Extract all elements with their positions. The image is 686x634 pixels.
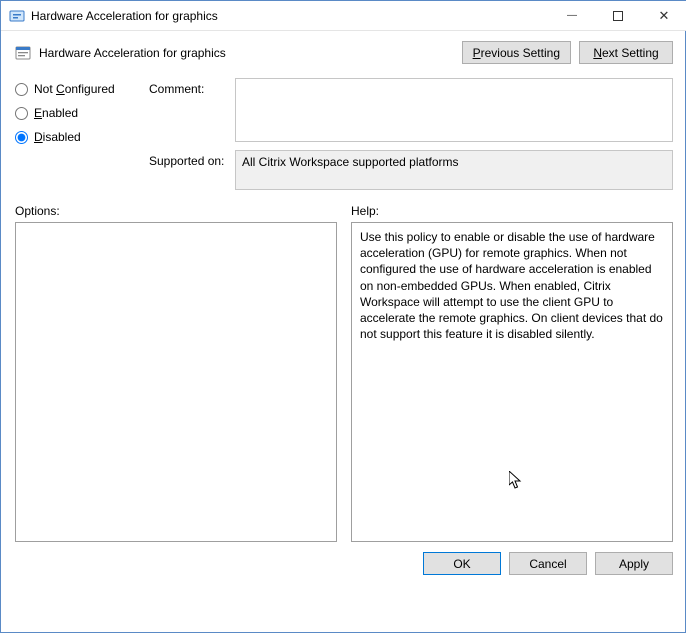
app-icon (9, 8, 25, 24)
radio-enabled[interactable]: Enabled (15, 106, 135, 120)
close-button[interactable]: ✕ (641, 1, 686, 31)
ok-button[interactable]: OK (423, 552, 501, 575)
header-title: Hardware Acceleration for graphics (39, 46, 226, 60)
supported-on-value: All Citrix Workspace supported platforms (235, 150, 673, 190)
previous-setting-button[interactable]: Previous Setting (462, 41, 571, 64)
options-label: Options: (15, 204, 337, 218)
radio-enabled-input[interactable] (15, 107, 28, 120)
window-title: Hardware Acceleration for graphics (31, 9, 218, 23)
radio-enabled-label: Enabled (34, 106, 78, 120)
maximize-button[interactable] (595, 1, 641, 31)
supported-on-label: Supported on: (149, 150, 229, 190)
radio-disabled-input[interactable] (15, 131, 28, 144)
next-setting-button[interactable]: Next Setting (579, 41, 673, 64)
apply-button[interactable]: Apply (595, 552, 673, 575)
radio-disabled-label: Disabled (34, 130, 81, 144)
radio-not-configured-label: Not Configured (34, 82, 115, 96)
options-pane[interactable] (15, 222, 337, 542)
header-row: Hardware Acceleration for graphics Previ… (15, 41, 673, 64)
radio-not-configured[interactable]: Not Configured (15, 82, 135, 96)
comment-label: Comment: (149, 78, 229, 142)
cancel-button[interactable]: Cancel (509, 552, 587, 575)
state-radio-group: Not Configured Enabled Disabled (15, 78, 135, 190)
radio-disabled[interactable]: Disabled (15, 130, 135, 144)
help-label: Help: (351, 204, 673, 218)
comment-input[interactable] (235, 78, 673, 142)
minimize-button[interactable]: — (549, 1, 595, 31)
titlebar: Hardware Acceleration for graphics — ✕ (1, 1, 686, 31)
dialog-buttons: OK Cancel Apply (15, 552, 673, 575)
policy-icon (15, 45, 31, 61)
radio-not-configured-input[interactable] (15, 83, 28, 96)
help-pane[interactable]: Use this policy to enable or disable the… (351, 222, 673, 542)
